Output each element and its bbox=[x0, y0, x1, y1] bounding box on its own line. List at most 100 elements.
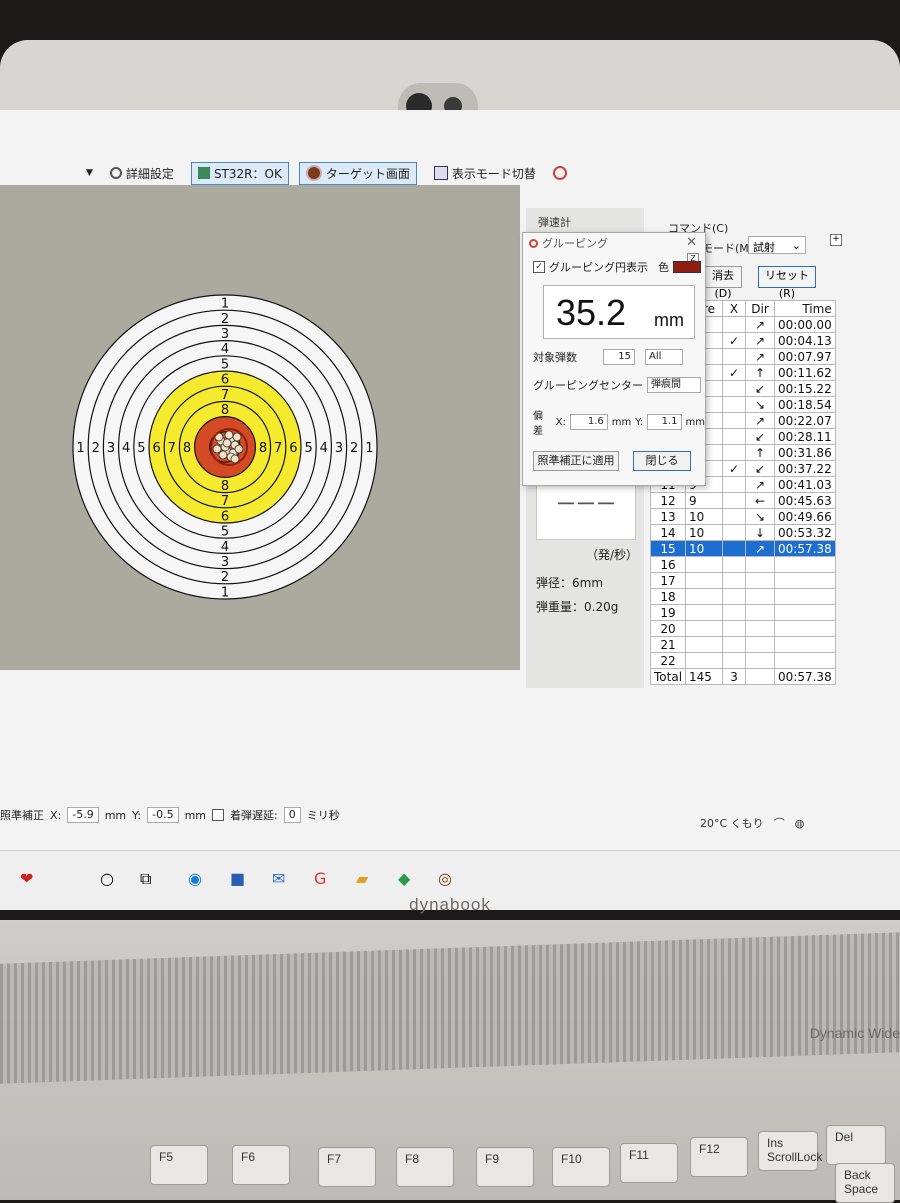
center-select[interactable]: 弾痕間 bbox=[647, 377, 701, 393]
table-row[interactable]: 13 10 ↘ 00:49.66 bbox=[649, 508, 836, 525]
color-swatch[interactable] bbox=[673, 261, 701, 273]
dropdown-arrow-icon[interactable]: ▼ bbox=[86, 168, 93, 178]
grouping-readout: 35.2 mm bbox=[543, 285, 695, 339]
target-icon bbox=[305, 165, 322, 181]
folder-icon[interactable]: ▰ bbox=[356, 869, 368, 888]
table-row[interactable]: 21 bbox=[649, 636, 836, 653]
aim-y-input[interactable]: -0.5 bbox=[147, 807, 179, 823]
table-row[interactable]: 19 bbox=[649, 604, 836, 621]
settings-button[interactable]: 詳細設定 bbox=[103, 162, 181, 185]
expand-icon[interactable]: + bbox=[830, 234, 842, 246]
erase-button[interactable]: 消去(D) bbox=[704, 266, 742, 300]
ring-label: 5 bbox=[221, 525, 229, 540]
keyboard: F5 F6 F7 F8 F9 F10 F11 F12 Ins ScrollLock Del Back… bbox=[0, 1085, 900, 1203]
delay-checkbox[interactable] bbox=[212, 809, 225, 821]
bullet-hole bbox=[232, 432, 242, 442]
mode-select[interactable]: 試射 ⌄ bbox=[748, 236, 806, 254]
display-mode-button[interactable]: 表示モード切替 bbox=[427, 162, 543, 185]
ring-label: 1 bbox=[221, 585, 229, 600]
table-cell bbox=[685, 588, 724, 605]
shots-spinner[interactable]: 15 bbox=[603, 349, 635, 365]
keyboard-key[interactable]: F10 bbox=[552, 1147, 610, 1187]
delay-unit: ミリ秒 bbox=[306, 809, 340, 822]
table-cell: ↑ bbox=[745, 364, 776, 381]
apply-aim-button[interactable]: 照準補正に適用 bbox=[533, 451, 619, 471]
aim-x-input[interactable]: -5.9 bbox=[67, 807, 99, 823]
table-row[interactable]: 12 9 ← 00:45.63 bbox=[649, 492, 836, 509]
table-cell: ↗ bbox=[745, 412, 776, 429]
device-status-button[interactable]: ST32R：OK bbox=[190, 161, 289, 185]
dialog-titlebar[interactable]: グルーピング bbox=[523, 233, 705, 253]
table-cell bbox=[685, 572, 724, 589]
keyboard-key[interactable]: F12 bbox=[690, 1137, 748, 1177]
table-cell: 17 bbox=[649, 572, 687, 589]
table-cell bbox=[774, 588, 836, 605]
weather-text[interactable]: 20°C くもり bbox=[700, 815, 764, 831]
table-cell: Total bbox=[649, 668, 687, 685]
delay-input[interactable]: 0 bbox=[283, 807, 301, 823]
device-icon bbox=[197, 167, 210, 179]
table-row[interactable]: 15 10 ↗ 00:57.38 bbox=[649, 540, 836, 557]
velocity-title: 弾速計 bbox=[538, 216, 571, 229]
table-cell: 10 bbox=[685, 524, 724, 541]
aim-x-unit: mm bbox=[104, 808, 127, 822]
keyboard-key[interactable]: F8 bbox=[396, 1147, 454, 1187]
ring-label: 8 bbox=[259, 441, 267, 456]
keyboard-key[interactable]: Ins ScrollLock bbox=[758, 1131, 822, 1171]
table-row[interactable]: 18 bbox=[649, 588, 836, 605]
table-cell: 00:41.03 bbox=[774, 476, 836, 493]
keyboard-key[interactable]: F6 bbox=[232, 1145, 290, 1185]
table-cell bbox=[722, 396, 747, 413]
chrome-icon[interactable]: G bbox=[314, 869, 326, 888]
maps-icon[interactable]: ◆ bbox=[398, 869, 410, 888]
table-cell: 00:57.38 bbox=[774, 668, 836, 685]
table-cell: 15 bbox=[649, 540, 687, 557]
table-row[interactable]: 22 bbox=[649, 652, 836, 669]
table-cell: ✓ bbox=[722, 460, 747, 477]
edge-icon[interactable]: ◉ bbox=[188, 869, 202, 888]
table-row[interactable]: 14 10 ↓ 00:53.32 bbox=[649, 524, 836, 541]
shots-label: 対象弾数 bbox=[533, 351, 577, 364]
close-button[interactable]: 閉じる bbox=[633, 451, 691, 471]
globe-icon[interactable]: ◍ bbox=[795, 817, 805, 830]
show-circle-checkbox[interactable]: ✓ bbox=[533, 261, 545, 273]
target-screen-button[interactable]: ターゲット画面 bbox=[298, 161, 417, 185]
caliber-text: 弾径：6mm bbox=[536, 576, 604, 590]
table-row[interactable]: 17 bbox=[649, 572, 836, 589]
table-cell bbox=[722, 588, 747, 605]
keyboard-key[interactable]: Back Space bbox=[835, 1163, 895, 1203]
keyboard-key[interactable]: F9 bbox=[476, 1147, 534, 1187]
table-cell: 00:53.32 bbox=[774, 524, 836, 541]
target-app-icon[interactable]: ◎ bbox=[438, 869, 452, 888]
table-row[interactable]: 20 bbox=[649, 620, 836, 637]
keyboard-key[interactable]: F7 bbox=[318, 1147, 376, 1187]
table-cell bbox=[774, 620, 836, 637]
offset-x-label: X: bbox=[555, 416, 566, 428]
close-icon[interactable]: ✕ bbox=[686, 235, 697, 250]
keyboard-key[interactable]: F11 bbox=[620, 1143, 678, 1183]
record-icon[interactable] bbox=[552, 166, 567, 180]
keyboard-key[interactable]: Del bbox=[826, 1125, 886, 1165]
mail-icon[interactable]: ✉ bbox=[272, 869, 285, 888]
table-row[interactable]: 16 bbox=[649, 556, 836, 573]
table-cell: ✓ bbox=[722, 364, 747, 381]
aim-y-unit: mm bbox=[184, 808, 207, 822]
table-cell bbox=[685, 620, 724, 637]
offset-y-unit: mm bbox=[685, 416, 705, 428]
ring-label: 3 bbox=[107, 441, 115, 456]
table-cell bbox=[774, 636, 836, 653]
cortana-icon[interactable]: ○ bbox=[100, 869, 114, 888]
task-view-icon[interactable]: ⧉ bbox=[140, 869, 151, 889]
target-area[interactable]: 12345678876543211234567887654321 bbox=[0, 185, 520, 670]
shots-mode-select[interactable]: All bbox=[645, 349, 683, 365]
grouping-dialog: グルーピング ✕ Z ✓ グルーピング円表示 色 35.2 mm 対象弾数 15… bbox=[522, 232, 706, 486]
reset-button[interactable]: リセット(R) bbox=[758, 266, 816, 300]
table-cell bbox=[722, 316, 747, 333]
ring-label: 5 bbox=[304, 441, 312, 456]
grouping-icon bbox=[529, 238, 538, 248]
wifi-icon[interactable]: ⌒ bbox=[774, 815, 785, 831]
keyboard-key[interactable]: F5 bbox=[150, 1145, 208, 1185]
store-icon[interactable]: ■ bbox=[230, 869, 245, 888]
table-cell: ↗ bbox=[745, 348, 776, 365]
table-total-row[interactable]: Total 145 3 00:57.38 bbox=[649, 668, 836, 685]
